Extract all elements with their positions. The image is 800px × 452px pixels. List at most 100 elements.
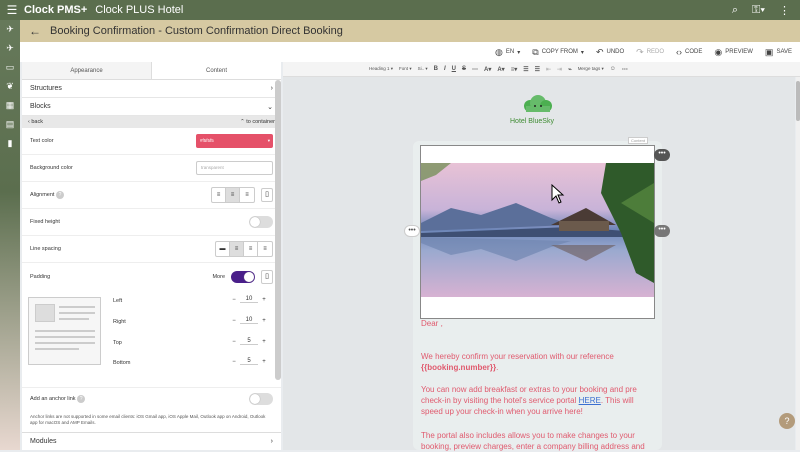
- text-color-picker[interactable]: #f5f5f5 ▾: [196, 134, 273, 148]
- text-color-icon[interactable]: A▾: [484, 66, 491, 73]
- padding-bottom-stepper[interactable]: −5 +: [228, 358, 270, 365]
- padding-right-value[interactable]: 10: [240, 317, 258, 324]
- calendar-icon[interactable]: ▦: [0, 96, 20, 114]
- structures-section[interactable]: Structures ›: [22, 80, 281, 98]
- merge-tags-select[interactable]: Merge tags ▾: [578, 66, 604, 72]
- panel-scrollbar[interactable]: [275, 80, 281, 380]
- redo-button[interactable]: ↷ REDO: [636, 47, 664, 58]
- line-spacing-4-button[interactable]: ≡: [258, 242, 272, 256]
- size-select[interactable]: Si.. ▾: [418, 66, 428, 72]
- align-center-button[interactable]: ≡: [226, 188, 240, 202]
- copy-from-button[interactable]: ⧉ COPY FROM ▾: [532, 47, 584, 58]
- strikethrough-icon[interactable]: S: [462, 66, 466, 72]
- padding-bottom-label: Bottom: [113, 360, 131, 366]
- fixed-height-row: Fixed height: [22, 209, 281, 236]
- book-icon[interactable]: ▮: [0, 134, 20, 152]
- font-select[interactable]: Font ▾: [399, 66, 412, 72]
- heading-select[interactable]: Heading 1 ▾: [369, 66, 393, 72]
- leaf-icon[interactable]: ❦: [0, 77, 20, 95]
- tab-content[interactable]: Content: [151, 62, 281, 79]
- preview-label: PREVIEW: [725, 49, 753, 55]
- indent-icon[interactable]: ⇥: [557, 66, 562, 73]
- italic-icon[interactable]: I: [444, 66, 446, 72]
- help-icon[interactable]: ?: [77, 395, 86, 403]
- padding-bottom-value[interactable]: 5: [240, 358, 258, 365]
- background-color-picker[interactable]: transparent: [196, 161, 273, 175]
- code-button[interactable]: ‹› CODE: [676, 47, 702, 57]
- tab-appearance[interactable]: Appearance: [22, 62, 151, 79]
- save-button[interactable]: ▣ SAVE: [765, 47, 792, 58]
- more-vert-icon[interactable]: ⋮: [779, 4, 790, 17]
- padding-left-value[interactable]: 10: [240, 296, 258, 303]
- search-icon[interactable]: ⌕: [732, 4, 738, 17]
- paragraph-portal[interactable]: You can now add breakfast or extras to y…: [421, 384, 653, 417]
- undo-button[interactable]: ↶ UNDO: [596, 47, 624, 58]
- portal-link[interactable]: HERE: [579, 396, 601, 405]
- link-icon[interactable]: ⌁: [568, 66, 572, 73]
- hotel-name[interactable]: Clock PLUS Hotel: [95, 4, 183, 16]
- anchor-toggle[interactable]: [249, 393, 273, 405]
- blocks-section[interactable]: Blocks ⌄: [22, 98, 281, 116]
- hotel-logo: [524, 95, 552, 112]
- mobile-icon[interactable]: ▯: [261, 269, 273, 284]
- padding-top-value[interactable]: 5: [240, 338, 258, 345]
- language-select[interactable]: ◍ EN ▾: [495, 47, 520, 58]
- padding-right-stepper[interactable]: −10 +: [228, 317, 270, 324]
- list-icon[interactable]: ☰: [523, 66, 528, 73]
- bed-icon[interactable]: ▭: [0, 58, 20, 76]
- help-chat-icon[interactable]: ?: [779, 413, 795, 429]
- to-container-label: to container: [246, 119, 275, 125]
- hotel-photo[interactable]: [421, 163, 654, 297]
- underline-icon[interactable]: U: [452, 66, 456, 72]
- back-arrow-icon[interactable]: ←: [20, 24, 50, 38]
- plus-icon[interactable]: +: [258, 297, 270, 303]
- more-options-icon[interactable]: ⋯: [622, 66, 628, 73]
- align-icon[interactable]: ≡▾: [511, 66, 518, 73]
- line-spacing-3-button[interactable]: ≡: [244, 242, 258, 256]
- more-text-icon[interactable]: ⋯: [472, 66, 478, 73]
- help-icon[interactable]: ?: [56, 191, 64, 199]
- mobile-icon[interactable]: ▯: [261, 188, 273, 202]
- paragraph-reference-end: .: [496, 363, 499, 372]
- emoji-icon[interactable]: ☺: [610, 66, 616, 72]
- plus-icon[interactable]: +: [258, 359, 270, 365]
- bullet-list-icon[interactable]: ☰: [535, 66, 540, 73]
- align-right-button[interactable]: ≡: [240, 188, 254, 202]
- chevron-down-icon: ▾: [580, 49, 584, 56]
- paragraph-reference[interactable]: We hereby confirm your reservation with …: [421, 351, 653, 373]
- greeting-text[interactable]: Dear ,: [421, 318, 653, 329]
- bold-icon[interactable]: B: [434, 66, 438, 72]
- outdent-icon[interactable]: ⇤: [546, 66, 551, 73]
- minus-icon[interactable]: −: [228, 318, 240, 324]
- to-container-link[interactable]: ⌃ to container: [240, 119, 275, 125]
- padding-more-toggle[interactable]: [231, 270, 255, 283]
- plus-icon[interactable]: +: [258, 318, 270, 324]
- arrival-icon[interactable]: ✈: [0, 20, 20, 38]
- canvas-scrollbar[interactable]: [796, 77, 800, 450]
- minus-icon[interactable]: −: [228, 297, 240, 303]
- preview-button[interactable]: ◉ PREVIEW: [714, 47, 753, 58]
- structure-options-icon[interactable]: •••: [654, 225, 670, 237]
- back-link[interactable]: ‹ back: [28, 119, 43, 125]
- text-color-label: Text color: [30, 138, 54, 144]
- paragraph-portal-features[interactable]: The portal also includes allows you to m…: [421, 430, 653, 452]
- departure-icon[interactable]: ✈: [0, 39, 20, 57]
- line-spacing-1-button[interactable]: ▬: [216, 242, 230, 256]
- redo-label: REDO: [646, 49, 665, 55]
- modules-section[interactable]: Modules ›: [22, 432, 281, 450]
- line-spacing-2-button[interactable]: ≡: [230, 242, 244, 256]
- padding-left-stepper[interactable]: −10 +: [228, 296, 270, 303]
- minus-icon[interactable]: −: [228, 359, 240, 365]
- highlight-icon[interactable]: A▾: [497, 66, 504, 73]
- document-icon[interactable]: ▤: [0, 115, 20, 133]
- row-options-icon[interactable]: •••: [404, 225, 420, 237]
- minus-icon[interactable]: −: [228, 339, 240, 345]
- block-options-icon[interactable]: •••: [654, 149, 670, 161]
- plus-icon[interactable]: +: [258, 339, 270, 345]
- fixed-height-toggle[interactable]: [249, 216, 273, 228]
- align-left-button[interactable]: ≡: [212, 188, 226, 202]
- eye-icon: ◉: [714, 46, 723, 57]
- key-icon[interactable]: ⚿▾: [752, 4, 765, 17]
- hamburger-icon[interactable]: ☰: [0, 3, 24, 17]
- padding-top-stepper[interactable]: −5 +: [228, 338, 270, 345]
